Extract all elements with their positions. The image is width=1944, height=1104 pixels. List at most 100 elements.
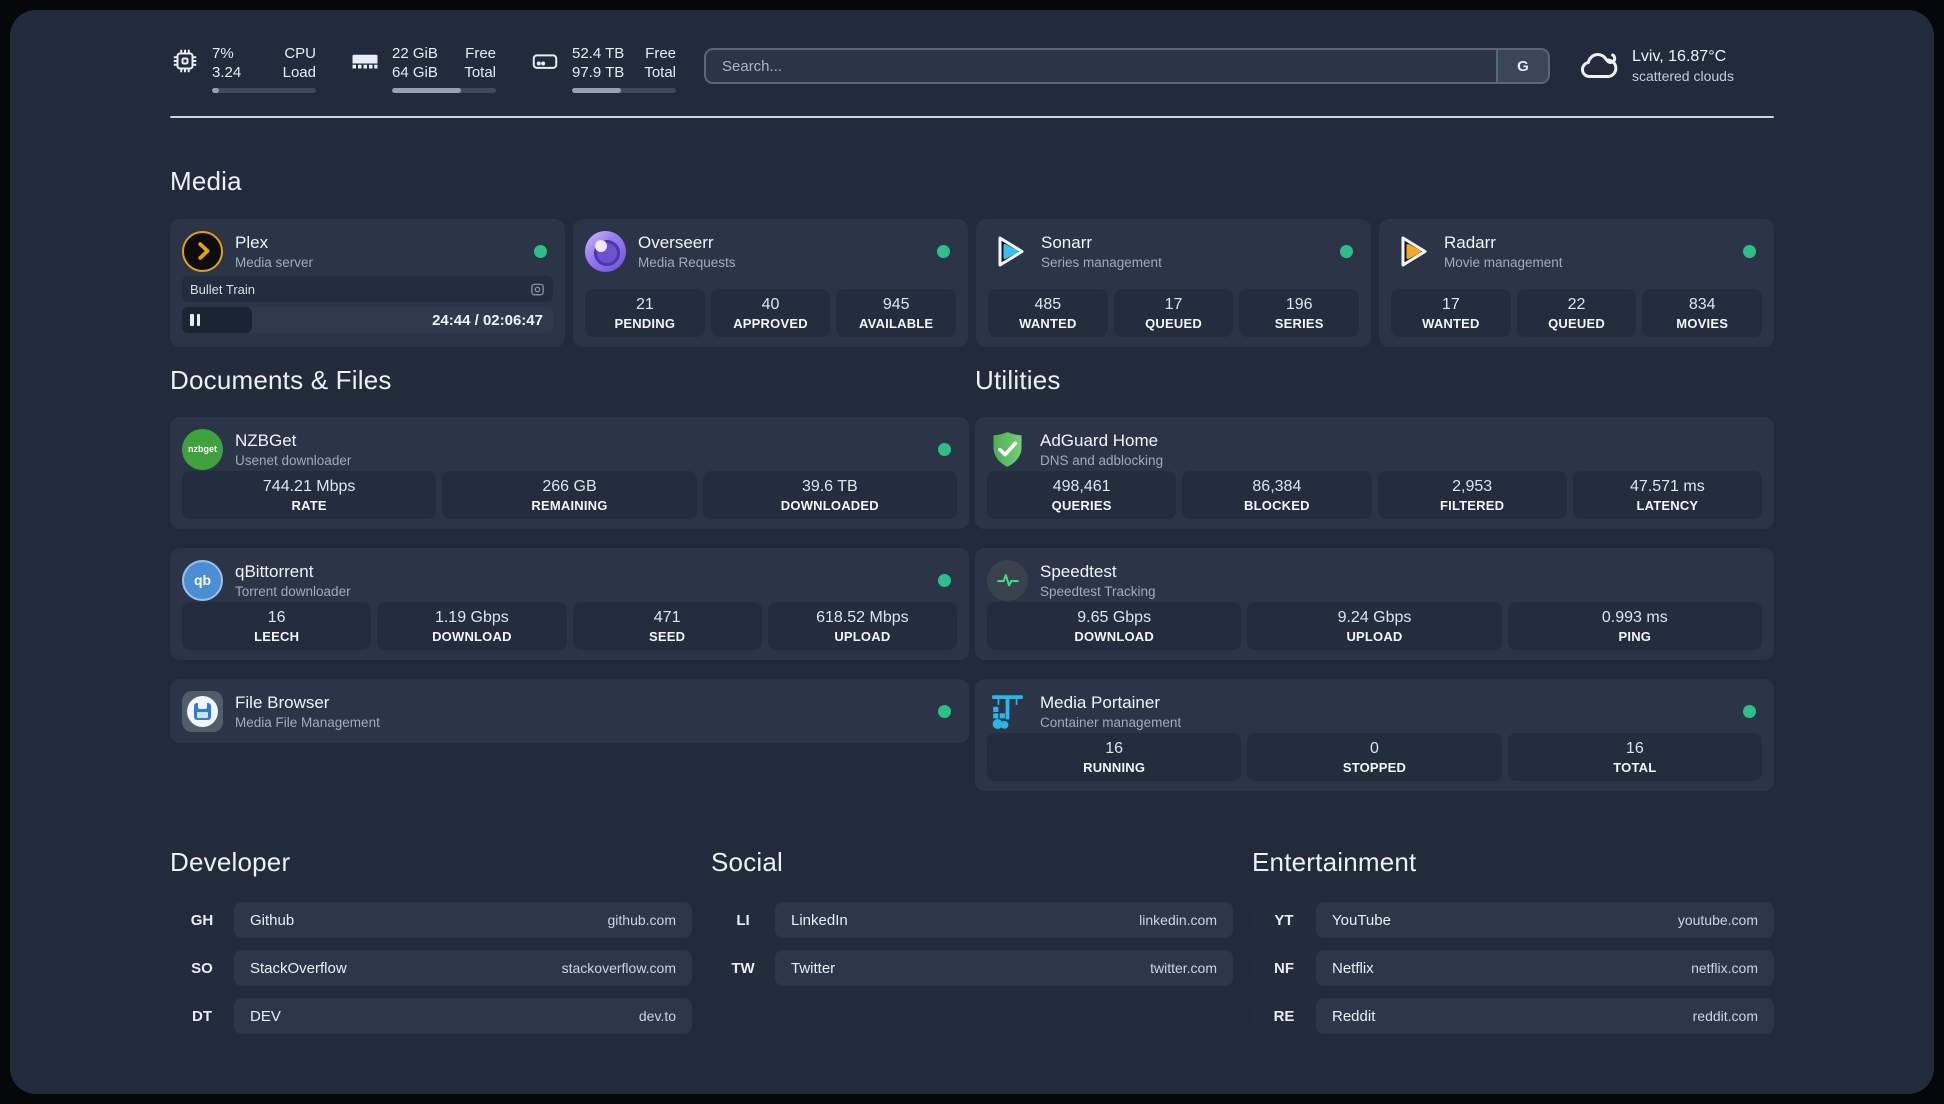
weather-widget[interactable]: Lviv, 16.87°C scattered clouds — [1578, 45, 1774, 87]
app-name: NZBGet — [235, 430, 297, 450]
stat-download: 9.65 Gbps DOWNLOAD — [987, 602, 1242, 650]
cpu-label: CPU — [284, 45, 316, 62]
stat-value: 2,953 — [1452, 477, 1493, 495]
status-online-dot — [938, 442, 951, 456]
stat-row: 16 LEECH 1.19 Gbps DOWNLOAD 471 SEED 618.52 Mb… — [182, 602, 957, 650]
app-card-header: Overseerr Media Requests — [585, 229, 956, 273]
app-card-header: Radarr Movie management — [1391, 229, 1762, 273]
stat-value: 86,384 — [1252, 477, 1302, 495]
playback-elapsed — [182, 307, 253, 333]
topbar-divider — [170, 116, 1774, 118]
stat-value: 266 GB — [542, 477, 597, 495]
stat-value: 618.52 Mbps — [816, 608, 909, 626]
stat-value: 17 — [1164, 295, 1183, 313]
stat-value: 498,461 — [1052, 477, 1111, 495]
bookmark-name: Twitter — [791, 959, 836, 977]
stat-latency: 47.571 ms LATENCY — [1572, 471, 1762, 519]
bookmark-netflix[interactable]: NF Netflix netflix.com — [1252, 950, 1774, 986]
stat-movies: 834 MOVIES — [1642, 289, 1763, 337]
bookmark-group-developer: Developer GH Github github.com SO StackOverfl… — [170, 847, 692, 1034]
stat-row: 16 RUNNING 0 STOPPED 16 TOTAL — [987, 733, 1762, 781]
stat-label: PING — [1618, 628, 1652, 644]
stat-stopped: 0 STOPPED — [1247, 733, 1502, 781]
stat-row: 21 PENDING 40 APPROVED 945 AVAILABLE — [585, 289, 957, 337]
stat-seed: 471 SEED — [572, 602, 762, 650]
stat-series: 196 SERIES — [1239, 289, 1360, 337]
disk-total-value: 97.9 TB — [572, 64, 625, 81]
bookmark-url: linkedin.com — [1139, 912, 1217, 928]
app-card-plex[interactable]: Plex Media server Bullet Train 24:44 / 02:0… — [170, 219, 565, 347]
bookmark-url: twitter.com — [1150, 960, 1217, 976]
stat-value: 16 — [1625, 739, 1644, 757]
stat-label: WANTED — [1019, 315, 1077, 331]
stat-filtered: 2,953 FILTERED — [1377, 471, 1567, 519]
qbittorrent-icon: qb — [182, 559, 223, 601]
portainer-icon — [987, 691, 1028, 732]
bookmark-dev[interactable]: DT DEV dev.to — [170, 998, 692, 1034]
search-input[interactable] — [706, 50, 1496, 82]
section-documents: Documents & Files nzbget NZBGet Usenet dow… — [170, 365, 969, 791]
disk-free-label: Free — [645, 45, 676, 62]
app-card-media-portainer[interactable]: Media Portainer Container management 16 RUN… — [975, 679, 1774, 791]
bookmark-reddit[interactable]: RE Reddit reddit.com — [1252, 998, 1774, 1034]
search-engine-button[interactable]: G — [1496, 50, 1548, 82]
stat-available: 945 AVAILABLE — [836, 289, 957, 337]
stat-wanted: 485 WANTED — [988, 289, 1108, 337]
stat-value: 22 — [1567, 295, 1586, 313]
app-card-adguard-home[interactable]: AdGuard Home DNS and adblocking 498,461 QUE… — [975, 417, 1774, 529]
stat-label: FILTERED — [1440, 497, 1505, 513]
disk-total-label: Total — [644, 64, 676, 81]
app-card-sonarr[interactable]: Sonarr Series management 485 WANTED 17 QUEUED… — [976, 219, 1371, 347]
section-title-utilities: Utilities — [975, 365, 1061, 395]
stat-value: 834 — [1688, 295, 1716, 313]
stat-label: LATENCY — [1636, 497, 1699, 513]
stat-label: MOVIES — [1676, 315, 1729, 331]
bookmark-linkedin[interactable]: LI LinkedIn linkedin.com — [711, 902, 1233, 938]
status-online-dot — [1743, 704, 1756, 718]
app-card-radarr[interactable]: Radarr Movie management 17 WANTED 22 QUEUED 83… — [1379, 219, 1774, 347]
stat-wanted: 17 WANTED — [1391, 289, 1511, 337]
stat-value: 471 — [653, 608, 681, 626]
weather-condition: scattered clouds — [1632, 68, 1734, 84]
bookmark-youtube[interactable]: YT YouTube youtube.com — [1252, 902, 1774, 938]
stat-running: 16 RUNNING — [987, 733, 1242, 781]
app-card-nzbget[interactable]: nzbget NZBGet Usenet downloader 744.21 Mbps… — [170, 417, 969, 529]
stat-total: 16 TOTAL — [1507, 733, 1762, 781]
stat-row: 744.21 Mbps RATE 266 GB REMAINING 39.6 TB DOW… — [182, 471, 957, 519]
stat-label: TOTAL — [1613, 759, 1657, 775]
bookmark-stackoverflow[interactable]: SO StackOverflow stackoverflow.com — [170, 950, 692, 986]
bookmark-name: Netflix — [1332, 959, 1374, 977]
app-card-header: qb qBittorrent Torrent downloader — [182, 558, 957, 602]
section-utilities: Utilities AdGuard Home DNS and adblocking… — [975, 365, 1774, 791]
bookmark-url: dev.to — [638, 1008, 676, 1024]
app-card-file-browser[interactable]: File Browser Media File Management — [170, 679, 969, 743]
stat-value: 0 — [1370, 739, 1379, 757]
app-subtitle: Container management — [1040, 714, 1182, 730]
app-subtitle: Usenet downloader — [235, 452, 352, 468]
stat-value: 16 — [267, 608, 286, 626]
section-title-developer: Developer — [170, 847, 291, 877]
now-playing-title-row: Bullet Train — [182, 276, 553, 302]
search-box: G — [704, 48, 1550, 84]
app-card-speedtest[interactable]: Speedtest Speedtest Tracking 9.65 Gbps DOWN… — [975, 548, 1774, 660]
app-name: Overseerr — [638, 232, 714, 252]
session-device-icon — [530, 282, 545, 297]
bookmark-name: StackOverflow — [250, 959, 347, 977]
bookmark-abbr: DT — [192, 1007, 212, 1025]
bookmark-twitter[interactable]: TW Twitter twitter.com — [711, 950, 1233, 986]
stat-value: 47.571 ms — [1630, 477, 1705, 495]
stat-value: 744.21 Mbps — [262, 477, 356, 495]
bookmark-abbr: GH — [190, 911, 214, 929]
stat-row: 498,461 QUERIES 86,384 BLOCKED 2,953 FILTERED… — [987, 471, 1762, 519]
app-card-qbittorrent[interactable]: qb qBittorrent Torrent downloader 16 LEECH 1.… — [170, 548, 969, 660]
radarr-icon — [1391, 231, 1432, 272]
app-subtitle: Movie management — [1444, 254, 1563, 270]
disk-free-value: 52.4 TB — [572, 45, 625, 62]
app-subtitle: Media Requests — [638, 254, 736, 270]
playback-progress-bar[interactable]: 24:44 / 02:06:47 — [182, 307, 553, 333]
playback-time: 24:44 / 02:06:47 — [432, 311, 543, 329]
stat-row: 485 WANTED 17 QUEUED 196 SERIES — [988, 289, 1360, 337]
bookmark-github[interactable]: GH Github github.com — [170, 902, 692, 938]
sonarr-icon — [988, 231, 1029, 272]
app-card-overseerr[interactable]: Overseerr Media Requests 21 PENDING 40 APPROV… — [573, 219, 968, 347]
